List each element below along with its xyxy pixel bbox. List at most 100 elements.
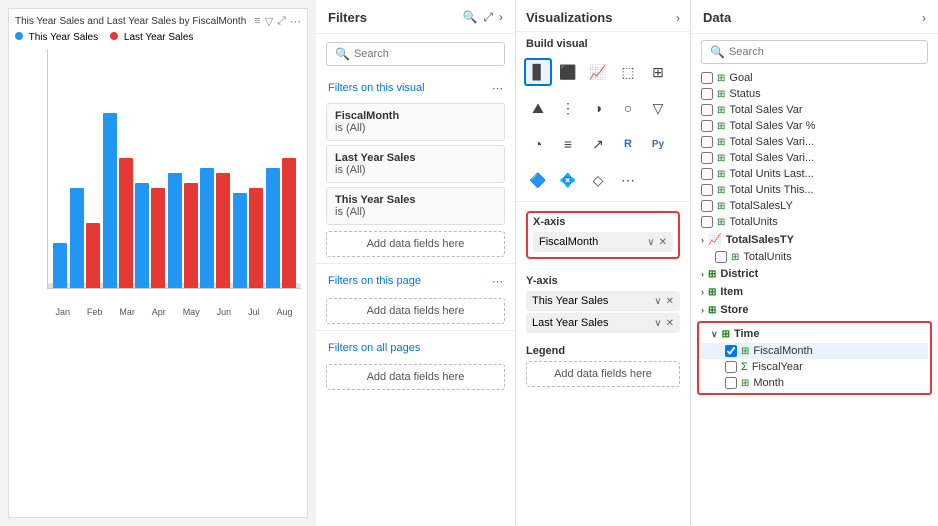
section-time[interactable]: ∨ ⊞ Time xyxy=(701,325,928,343)
viz-btn-line[interactable]: 📈 xyxy=(584,58,612,86)
viz-btn-area[interactable]: ⛰ xyxy=(524,94,552,122)
checkbox-fiscalmonth[interactable] xyxy=(725,345,737,357)
viz-type-row-3: ◔ ≡ ↗ R Py xyxy=(516,126,690,162)
data-panel-expand-icon[interactable]: › xyxy=(922,11,926,25)
checkbox-totalunits-child[interactable] xyxy=(715,251,727,263)
chevron-down-icon[interactable]: ∨ xyxy=(654,296,661,307)
filter-more-icon[interactable]: › xyxy=(499,10,503,25)
bar-mar-red xyxy=(119,158,133,288)
filter-icon[interactable]: ▽ xyxy=(265,15,273,28)
data-item-totalsalesvar: ⊞ Total Sales Var xyxy=(691,102,938,118)
checkbox-totalsalesvar[interactable] xyxy=(701,104,713,116)
section-district[interactable]: › ⊞ District xyxy=(691,265,938,283)
bar-jul-blue xyxy=(233,193,247,288)
viz-btn-matrix[interactable]: ⊞ xyxy=(644,58,672,86)
bar-apr-red xyxy=(151,188,165,288)
add-data-visual-button[interactable]: Add data fields here xyxy=(326,231,505,257)
viz-btn-scatter[interactable]: ⋮ xyxy=(554,94,582,122)
y-axis-labels: $4M $3M $2M $1M $0M xyxy=(0,49,1,279)
viz-btn-more[interactable]: ⋯ xyxy=(614,166,642,194)
checkbox-totalunitsthis[interactable] xyxy=(701,184,713,196)
data-item-totalsalesvari1: ⊞ Total Sales Vari... xyxy=(691,134,938,150)
filter-search-icon[interactable]: 🔍 xyxy=(462,10,477,25)
data-item-totalunitsthis: ⊞ Total Units This... xyxy=(691,182,938,198)
data-item-month: ⊞ Month xyxy=(701,375,928,391)
viz-expand-icon[interactable]: › xyxy=(676,11,680,25)
legend-add-data-button[interactable]: Add data fields here xyxy=(526,361,680,387)
filters-search-input[interactable] xyxy=(354,48,496,60)
viz-btn-kpi[interactable]: ↗ xyxy=(584,130,612,158)
bar-group-aug xyxy=(266,158,296,288)
more-icon[interactable]: ⋯ xyxy=(290,15,301,28)
x-axis-section: X-axis FiscalMonth ∨ ✕ xyxy=(516,205,690,269)
data-item-totalsalestly: ⊞ TotalSalesLY xyxy=(691,198,938,214)
page-more-icon[interactable]: ⋯ xyxy=(492,275,503,288)
section-totalsalesty[interactable]: › 📈 TotalSalesTY xyxy=(691,230,938,249)
checkbox-totalunitslast[interactable] xyxy=(701,168,713,180)
checkbox-status[interactable] xyxy=(701,88,713,100)
checkbox-month[interactable] xyxy=(725,377,737,389)
viz-btn-donut[interactable]: ○ xyxy=(614,94,642,122)
checkbox-totalsalestly[interactable] xyxy=(701,200,713,212)
more-options-icon[interactable]: ⋯ xyxy=(492,82,503,95)
viz-btn-py[interactable]: Py xyxy=(644,130,672,158)
filter-expand-icon[interactable]: ⤢ xyxy=(483,10,493,25)
chevron-down-icon[interactable]: ∨ xyxy=(647,237,654,248)
y-axis-field1[interactable]: This Year Sales ∨ ✕ xyxy=(526,291,680,311)
y-axis-field1-icons: ∨ ✕ xyxy=(654,296,674,307)
bar-group-jun xyxy=(200,168,230,288)
viz-btn-table[interactable]: ⬚ xyxy=(614,58,642,86)
section-store[interactable]: › ⊞ Store xyxy=(691,301,938,319)
section-time-highlighted: ∨ ⊞ Time ⊞ FiscalMonth Σ FiscalYear ⊞ Mo… xyxy=(697,321,932,395)
checkbox-totalsalesvarpct[interactable] xyxy=(701,120,713,132)
bar-group-jan xyxy=(53,243,67,288)
data-search-icon: 🔍 xyxy=(710,45,725,59)
x-axis-field[interactable]: FiscalMonth ∨ ✕ xyxy=(533,232,673,252)
viz-btn-bar-chart2[interactable]: ⬛ xyxy=(554,58,582,86)
table-icon-item: ⊞ xyxy=(708,287,716,298)
remove-x-icon[interactable]: ✕ xyxy=(659,237,667,248)
remove-y1-icon[interactable]: ✕ xyxy=(666,296,674,307)
table-icon-status: ⊞ xyxy=(717,89,725,100)
checkbox-goal[interactable] xyxy=(701,72,713,84)
section-item[interactable]: › ⊞ Item xyxy=(691,283,938,301)
data-search-input[interactable] xyxy=(729,46,919,58)
data-item-fiscalyear: Σ FiscalYear xyxy=(701,359,928,375)
add-data-all-button[interactable]: Add data fields here xyxy=(326,364,505,390)
y-axis-label: Y-axis xyxy=(526,275,680,287)
data-item-goal: ⊞ Goal xyxy=(691,70,938,86)
filter-card-fiscalmonth[interactable]: FiscalMonth is (All) xyxy=(326,103,505,141)
viz-btn-funnel[interactable]: ▽ xyxy=(644,94,672,122)
remove-y2-icon[interactable]: ✕ xyxy=(666,318,674,329)
viz-btn-bar-chart[interactable]: ▊ xyxy=(524,58,552,86)
viz-btn-card[interactable]: ≡ xyxy=(554,130,582,158)
data-search-box[interactable]: 🔍 xyxy=(701,40,928,64)
chart-title: This Year Sales and Last Year Sales by F… xyxy=(15,16,254,27)
viz-btn-custom1[interactable]: 🔷 xyxy=(524,166,552,194)
bars-container xyxy=(48,49,301,288)
viz-btn-custom2[interactable]: 💠 xyxy=(554,166,582,194)
table-icon-totalunits-child: ⊞ xyxy=(731,252,739,263)
viz-btn-gauge[interactable]: ◔ xyxy=(524,130,552,158)
checkbox-totalunits[interactable] xyxy=(701,216,713,228)
checkbox-totalsalesvari1[interactable] xyxy=(701,136,713,148)
viz-btn-r[interactable]: R xyxy=(614,130,642,158)
table-icon-store: ⊞ xyxy=(708,305,716,316)
expand-icon[interactable]: ⤢ xyxy=(277,15,286,28)
bar-may-red xyxy=(184,183,198,288)
viz-btn-pie[interactable]: ◑ xyxy=(584,94,612,122)
bar-jun-red xyxy=(216,173,230,288)
checkbox-totalsalesvari2[interactable] xyxy=(701,152,713,164)
data-panel-title: Data xyxy=(703,10,731,25)
filter-card-lastyearsales[interactable]: Last Year Sales is (All) xyxy=(326,145,505,183)
filters-on-page-label: Filters on this page ⋯ xyxy=(316,267,515,292)
viz-btn-custom3[interactable]: ◇ xyxy=(584,166,612,194)
add-data-page-button[interactable]: Add data fields here xyxy=(326,298,505,324)
menu-icon[interactable]: ≡ xyxy=(254,15,260,28)
y-axis-field2[interactable]: Last Year Sales ∨ ✕ xyxy=(526,313,680,333)
chevron-down-icon2[interactable]: ∨ xyxy=(654,318,661,329)
filters-search-box[interactable]: 🔍 xyxy=(326,42,505,66)
checkbox-fiscalyear[interactable] xyxy=(725,361,737,373)
filter-card-thisyearsales[interactable]: This Year Sales is (All) xyxy=(326,187,505,225)
table-icon-totalsalesvari1: ⊞ xyxy=(717,137,725,148)
